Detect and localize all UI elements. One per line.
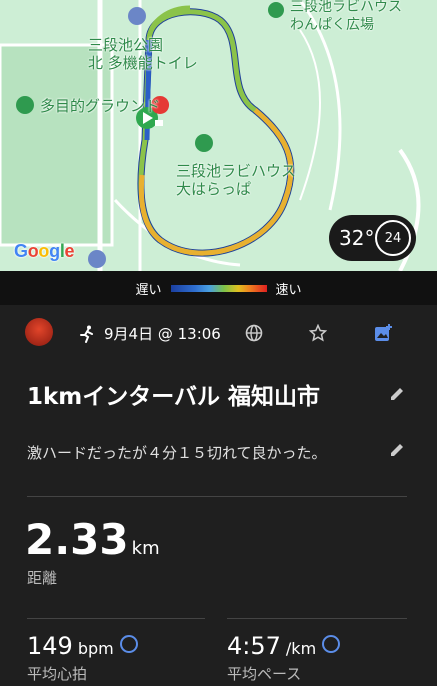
heart-rate-label: 平均心拍 [27,665,88,683]
park-pin-icon [195,134,213,152]
park-pin-icon [268,2,284,18]
star-icon[interactable] [309,324,327,342]
legend-fast: 速い [275,282,302,298]
heart-rate-value: 149 [27,632,73,660]
activity-date-text: 9月4日 @ 13:06 [104,325,221,343]
heart-rate-stat: 149 bpm [27,632,138,660]
park-pin-icon [16,96,34,114]
activity-date: 9月4日 @ 13:06 [78,323,221,344]
restroom-icon [128,7,146,25]
divider [27,618,205,619]
distance-label: 距離 [27,569,58,587]
route-map[interactable]: 三段池公園 北 多機能トイレ 多目的グラウンド 三段池ラビハウス わんぱく広場 … [0,0,437,271]
restroom-icon [88,250,106,268]
pace-chart-icon[interactable] [322,635,341,653]
avatar[interactable] [25,318,53,346]
pace-stat: 4:57 /km [227,632,341,660]
map-label-field: 三段池ラビハウス 大はらっぱ [176,162,297,198]
activity-meta-row: 9月4日 @ 13:06 [0,318,437,348]
wind-icon: 24 [375,220,411,256]
pace-gradient-bar [170,284,267,292]
edit-description-icon[interactable] [389,442,405,458]
map-label-square: 三段池ラビハウス わんぱく広場 [290,0,402,33]
pace-legend: 遅い 速い [0,271,437,305]
distance-stat: 2.33 km [25,515,160,564]
edit-title-icon[interactable] [389,386,405,402]
heart-rate-unit: bpm [77,639,114,658]
pace-unit: /km [285,639,317,658]
legend-slow: 遅い [135,282,162,298]
heart-rate-chart-icon[interactable] [119,635,138,653]
weather-badge: 32° 24 [329,215,416,261]
divider [227,618,407,619]
google-logo: Google [14,241,75,261]
divider [27,496,407,497]
pace-value: 4:57 [227,632,281,660]
temperature: 32° [339,226,375,250]
activity-title: 1kmインターバル 福知山市 [27,384,321,410]
distance-unit: km [131,538,160,559]
activity-description: 激ハードだったが４分１５切れて良かった。 [27,444,327,462]
add-photo-icon[interactable] [374,324,392,342]
map-label-park-toilet: 三段池公園 北 多機能トイレ [88,36,198,72]
running-icon [80,325,93,343]
distance-value: 2.33 [25,515,129,564]
map-label-ground: 多目的グラウンド [40,97,161,115]
pace-label: 平均ペース [227,665,302,683]
globe-icon[interactable] [245,324,263,342]
